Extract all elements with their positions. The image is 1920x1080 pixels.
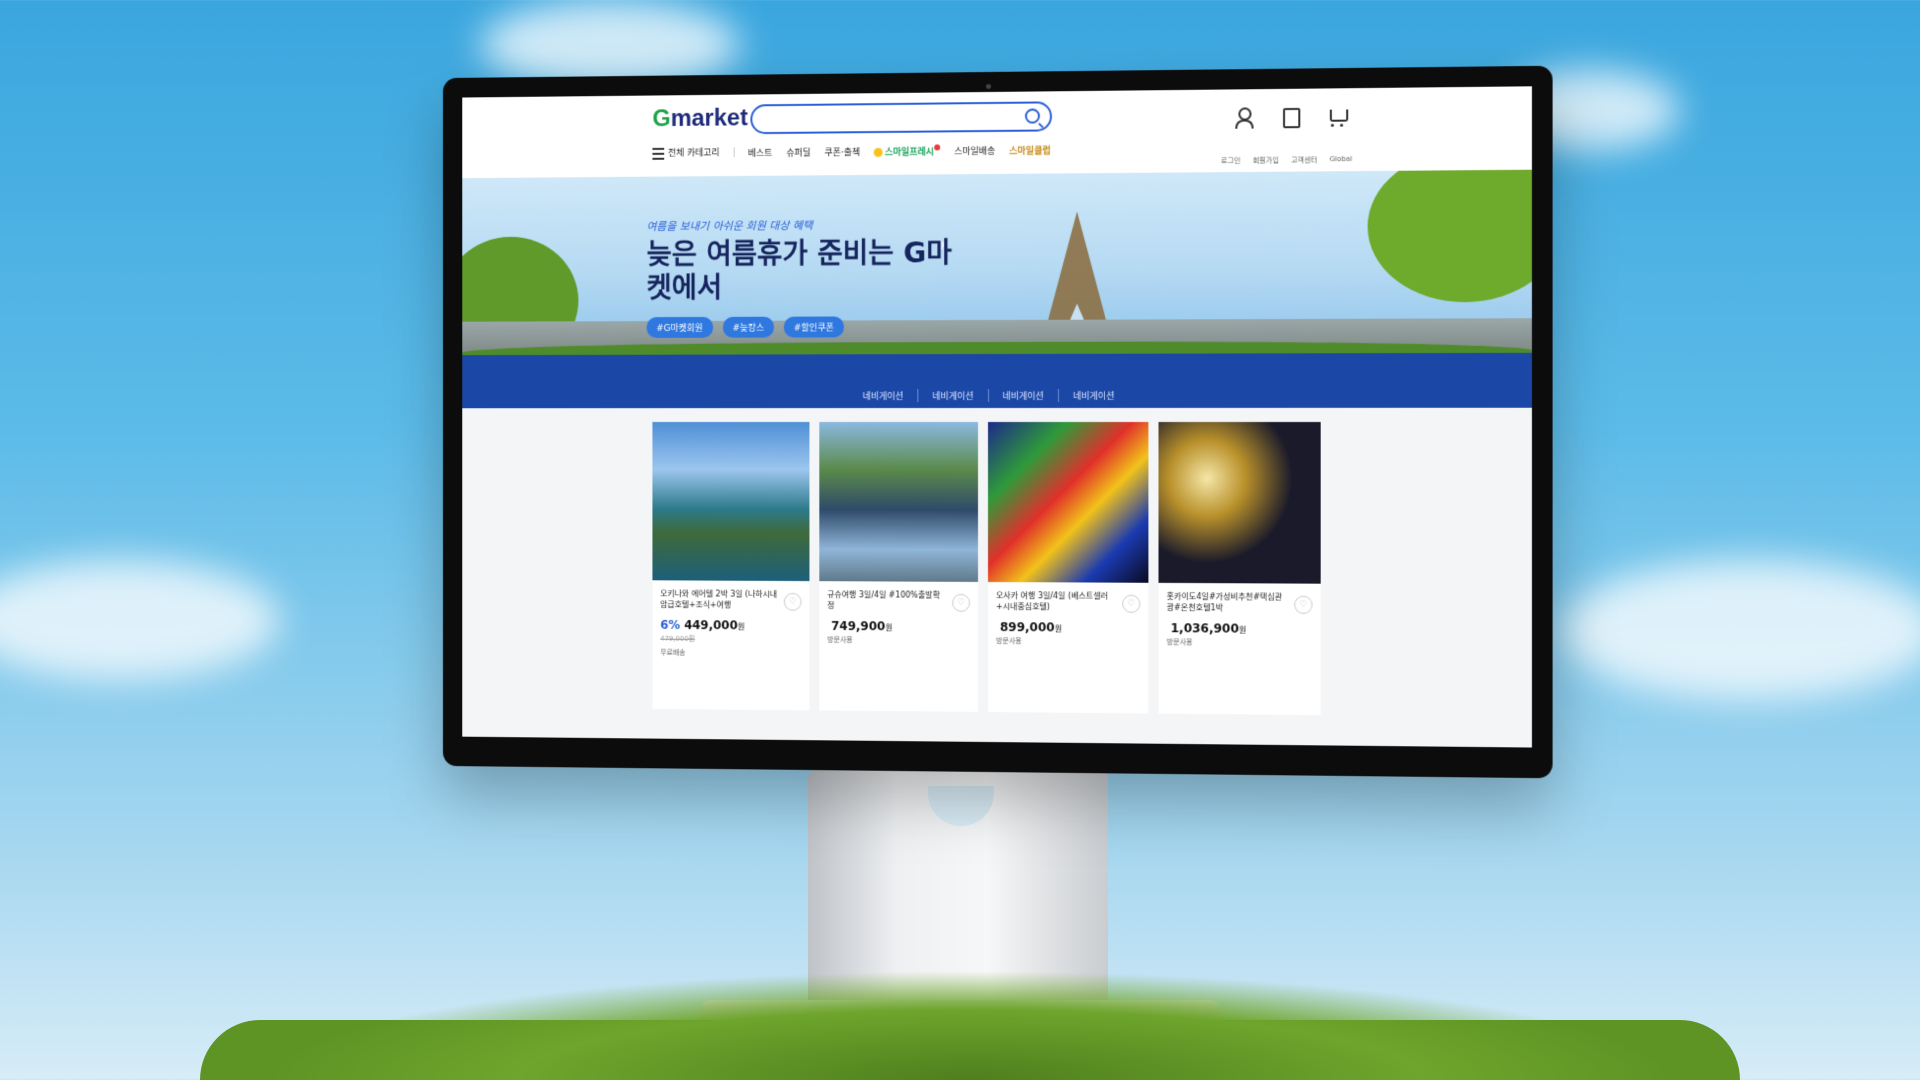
currency: 원	[1055, 624, 1062, 633]
gmarket-logo[interactable]: Gmarket	[652, 104, 747, 133]
all-categories-menu[interactable]: 전체 카테고리	[652, 146, 719, 160]
wishlist-heart-icon[interactable]: ♡	[952, 594, 970, 612]
promo-banner[interactable]: ✈ 여름을 보내기 아쉬운 회원 대상 혜택 늦은 여름휴가 준비는 G마켓에서…	[462, 170, 1532, 383]
okinawa-coast-image[interactable]	[652, 422, 809, 581]
signup-link[interactable]: 회원가입	[1253, 156, 1279, 166]
nav-coupon[interactable]: 쿠폰·출첵	[824, 145, 860, 158]
product-price: 899,000원	[996, 620, 1062, 634]
banner-subtitle: 여름을 보내기 아쉬운 회원 대상 혜택	[647, 217, 813, 234]
price-value: 1,036,900	[1171, 621, 1239, 636]
logo-text: market	[671, 104, 748, 132]
discount-rate: 6%	[660, 618, 680, 632]
price-value: 899,000	[1000, 620, 1055, 634]
product-name[interactable]: 오사카 여행 3일/4일 (베스트셀러+시내중심호텔)	[996, 590, 1116, 613]
currency: 원	[885, 623, 892, 632]
wishlist-heart-icon[interactable]: ♡	[784, 593, 802, 611]
product-card[interactable]: 오사카 여행 3일/4일 (베스트셀러+시내중심호텔) ♡ 899,000원 방…	[988, 422, 1148, 713]
product-card[interactable]: 오키나와 에어텔 2박 3일 (나하시내암급호텔+조식+여행 ♡ 6% 449,0…	[652, 422, 809, 710]
tag-discount-coupon[interactable]: #할인쿠폰	[784, 316, 844, 337]
nav-smile-club[interactable]: 스마일클럽	[1009, 143, 1050, 156]
cloud	[1560, 560, 1920, 700]
section-nav-item[interactable]: 네비게이션	[918, 388, 988, 401]
section-nav-item[interactable]: 네비게이션	[1059, 388, 1129, 401]
user-icon[interactable]	[1233, 107, 1253, 127]
new-badge-icon	[934, 144, 940, 150]
osaka-dotonbori-image[interactable]	[988, 422, 1148, 583]
search-icon[interactable]	[1025, 108, 1040, 123]
tag-late-vacance[interactable]: #늦캉스	[723, 317, 774, 338]
utility-links: 로그인 회원가입 고객센터 Global	[1221, 155, 1352, 166]
divider	[733, 147, 734, 157]
site-header: Gmarket 전체 카테고리 베스트 슈퍼딜 쿠폰·출첵 스마일프레시 스마일…	[462, 86, 1532, 178]
product-price: 6% 449,000원	[660, 618, 745, 632]
customer-center-link[interactable]: 고객센터	[1291, 155, 1317, 165]
login-link[interactable]: 로그인	[1221, 156, 1241, 166]
browser-screen: Gmarket 전체 카테고리 베스트 슈퍼딜 쿠폰·출첵 스마일프레시 스마일…	[462, 86, 1532, 747]
product-name[interactable]: 홋카이도4일#가성비추천#택심관광#온천호텔1박	[1167, 591, 1289, 614]
recent-items-icon[interactable]	[1280, 107, 1300, 127]
product-name[interactable]: 오키나와 에어텔 2박 3일 (나하시내암급호텔+조식+여행	[660, 588, 778, 610]
currency: 원	[1239, 626, 1246, 635]
webcam	[986, 84, 991, 89]
menu-icon	[652, 148, 664, 160]
smile-fresh-label: 스마일프레시	[885, 147, 934, 157]
wishlist-heart-icon[interactable]: ♡	[1294, 596, 1312, 614]
product-card[interactable]: 홋카이도4일#가성비추천#택심관광#온천호텔1박 ♡ 1,036,900원 방문…	[1159, 422, 1321, 715]
shipping-note: 무료배송	[660, 648, 685, 658]
hokkaido-illumination-image[interactable]	[1159, 422, 1321, 584]
nav-super-deal[interactable]: 슈퍼딜	[786, 145, 810, 158]
wishlist-heart-icon[interactable]: ♡	[1122, 595, 1140, 613]
banner-tags: #G마켓회원 #늦캉스 #할인쿠폰	[647, 316, 844, 337]
section-nav-item[interactable]: 네비게이션	[849, 389, 919, 402]
global-link[interactable]: Global	[1329, 155, 1352, 165]
cloud	[0, 560, 280, 680]
original-price: 479,000원	[660, 634, 695, 644]
usage-note: 방문사용	[996, 636, 1022, 646]
price-value: 449,000	[684, 618, 738, 632]
banner-title: 늦은 여름휴가 준비는 G마켓에서	[647, 236, 962, 305]
product-list: 오키나와 에어텔 2박 3일 (나하시내암급호텔+조식+여행 ♡ 6% 449,0…	[652, 422, 1320, 715]
nav-smile-delivery[interactable]: 스마일배송	[954, 143, 995, 156]
all-categories-label: 전체 카테고리	[668, 149, 719, 159]
product-price: 749,900원	[827, 619, 892, 633]
product-price: 1,036,900원	[1167, 621, 1247, 636]
cart-icon[interactable]	[1327, 106, 1347, 126]
product-card[interactable]: 규슈여행 3일/4일 #100%출발확정 ♡ 749,900원 방문사용	[819, 422, 978, 712]
main-nav: 전체 카테고리 베스트 슈퍼딜 쿠폰·출첵 스마일프레시 스마일배송 스마일클럽	[652, 139, 1050, 162]
grass	[260, 970, 1680, 1080]
nav-smile-fresh[interactable]: 스마일프레시	[874, 144, 940, 158]
smile-icon	[874, 147, 883, 156]
section-navigation: 네비게이션 네비게이션 네비게이션 네비게이션	[462, 381, 1532, 408]
header-icons	[1233, 106, 1347, 127]
usage-note: 방문사용	[827, 635, 852, 645]
kyushu-shrine-image[interactable]	[819, 422, 978, 582]
tag-gmarket-member[interactable]: #G마켓회원	[647, 317, 713, 338]
section-nav-item[interactable]: 네비게이션	[988, 388, 1058, 401]
search-input[interactable]	[750, 101, 1052, 134]
tree-image	[1368, 170, 1532, 303]
price-value: 749,900	[831, 619, 885, 633]
nav-best[interactable]: 베스트	[748, 145, 772, 158]
product-name[interactable]: 규슈여행 3일/4일 #100%출발확정	[827, 589, 946, 612]
banner-bottom-bar	[462, 353, 1532, 383]
currency: 원	[738, 622, 745, 631]
logo-g: G	[652, 105, 670, 132]
usage-note: 방문사용	[1167, 637, 1193, 647]
monitor: Gmarket 전체 카테고리 베스트 슈퍼딜 쿠폰·출첵 스마일프레시 스마일…	[443, 66, 1553, 779]
